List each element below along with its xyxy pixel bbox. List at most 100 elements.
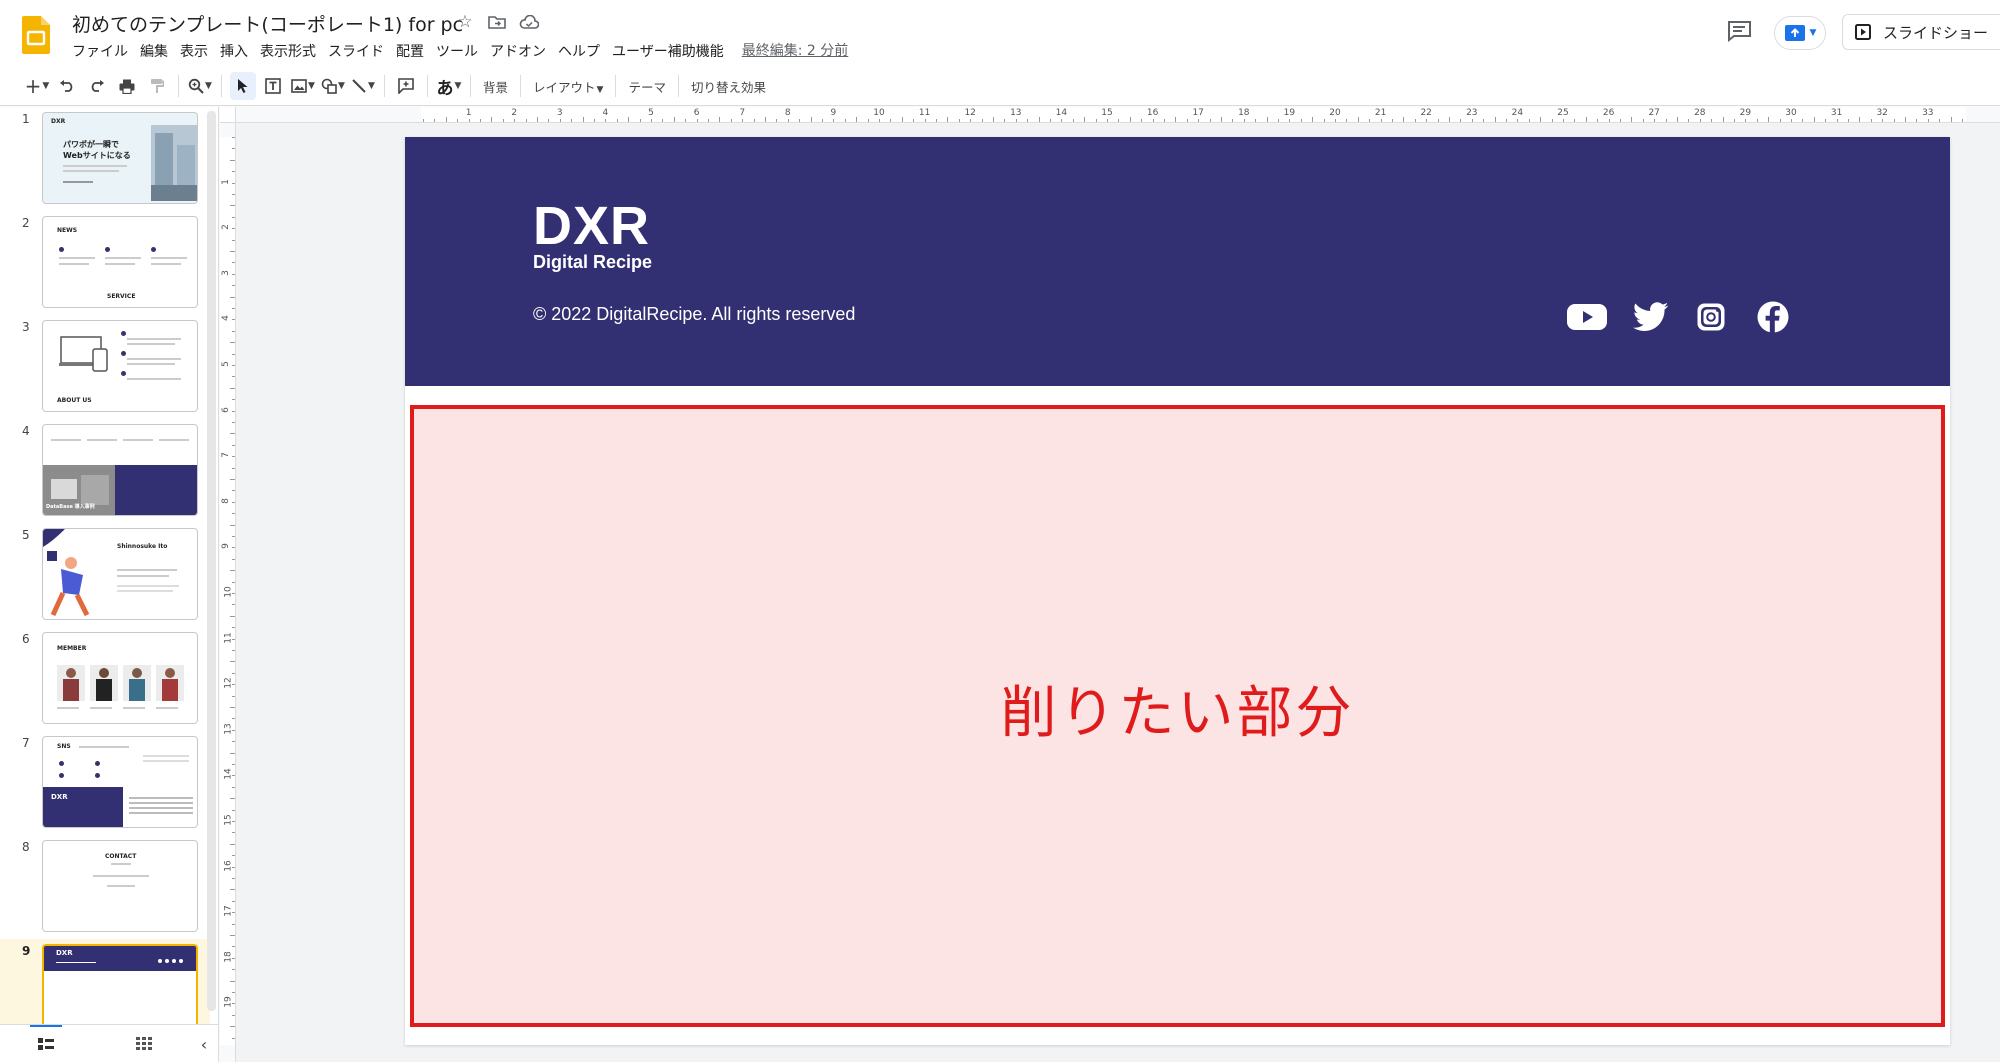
grid-view-button[interactable] <box>132 1034 156 1054</box>
move-to-folder-icon[interactable] <box>487 12 507 32</box>
menu-arrange[interactable]: 配置 <box>390 40 430 62</box>
present-options-button[interactable]: ▼ <box>1774 16 1826 50</box>
ruler-number: 31 <box>1830 108 1843 118</box>
slide-thumbnail[interactable]: Shinnosuke Ito <box>42 528 198 620</box>
filmstrip-slide-3[interactable]: 3 ABOUT US <box>0 315 210 419</box>
star-icon[interactable]: ☆ <box>455 12 475 32</box>
slide-thumbnail[interactable]: SNS DXR <box>42 736 198 828</box>
filmstrip-slide-8[interactable]: 8 CONTACT <box>0 835 210 939</box>
collapse-filmstrip-button[interactable]: ‹ <box>192 1034 216 1054</box>
menu-addons[interactable]: アドオン <box>484 40 552 62</box>
ruler-tick <box>230 570 235 572</box>
ruler-tick <box>1756 119 1758 122</box>
ruler-tick <box>230 843 235 845</box>
menu-slide[interactable]: スライド <box>322 40 390 62</box>
slides-logo-icon[interactable] <box>22 16 50 54</box>
menu-view[interactable]: 表示 <box>174 40 214 62</box>
slide-thumbnail[interactable]: ABOUT US <box>42 320 198 412</box>
menu-help[interactable]: ヘルプ <box>552 40 606 62</box>
line-button[interactable]: ▼ <box>350 72 376 100</box>
cut-area-label[interactable]: 削りたい部分 <box>414 668 1941 749</box>
insert-image-button[interactable]: ▼ <box>290 72 316 100</box>
facebook-icon[interactable] <box>1753 299 1793 335</box>
dxr-logo[interactable]: DXR <box>533 195 650 257</box>
toolbar-divider <box>427 75 428 97</box>
add-comment-button[interactable] <box>393 72 419 100</box>
ruler-tick <box>1015 119 1017 122</box>
ruler-tick <box>1232 119 1234 122</box>
ruler-tick <box>232 912 235 914</box>
filmstrip-slide-4[interactable]: 4 DataBase 導入事例 <box>0 419 210 523</box>
slide-thumbnail[interactable]: DXR パワポが一瞬で Webサイトになる <box>42 112 198 204</box>
filmstrip-slide-7[interactable]: 7 SNS DXR <box>0 731 210 835</box>
document-title[interactable]: 初めてのテンプレート(コーポレート1) for pc <box>72 10 463 37</box>
background-button[interactable]: 背景 <box>477 77 514 96</box>
menu-insert[interactable]: 挿入 <box>214 40 254 62</box>
input-tools-button[interactable]: あ ▼ <box>436 72 462 100</box>
menu-accessibility[interactable]: ユーザー補助機能 <box>606 40 730 62</box>
thumb-dot <box>121 331 126 336</box>
slide-thumbnail[interactable]: MEMBER <box>42 632 198 724</box>
vertical-ruler[interactable]: 1 2 3 4 5 6 7 8 9 10 11 12 13 14 15 16 17 18 19 <box>220 123 236 1062</box>
ruler-number: 6 <box>693 108 700 118</box>
menu-tools[interactable]: ツール <box>430 40 484 62</box>
ruler-tick <box>1950 117 1952 122</box>
filmstrip-scrollbar[interactable] <box>207 111 216 1011</box>
horizontal-ruler[interactable]: 1 2 3 4 5 6 7 8 9 10 11 12 13 14 15 16 17 18 19 20 21 22 23 24 2… <box>236 107 2000 123</box>
ruler-tick <box>810 117 812 122</box>
menu-format[interactable]: 表示形式 <box>254 40 322 62</box>
cloud-saved-icon[interactable] <box>519 12 539 32</box>
filmstrip-slide-1[interactable]: 1 DXR パワポが一瞬で Webサイトになる <box>0 107 210 211</box>
ruler-corner <box>220 107 236 123</box>
cut-area-highlight[interactable]: 削りたい部分 <box>410 405 1945 1027</box>
slide-footer-band[interactable]: DXR Digital Recipe © 2022 DigitalRecipe.… <box>405 137 1950 386</box>
ruler-tick <box>232 741 235 743</box>
ruler-number: 18 <box>1238 108 1250 118</box>
ruler-tick <box>913 119 915 122</box>
ruler-tick <box>230 251 235 252</box>
filmstrip-view-button[interactable] <box>34 1034 58 1054</box>
thumb-illustration-image <box>43 529 90 617</box>
menu-edit[interactable]: 編集 <box>134 40 174 62</box>
transition-button[interactable]: 切り替え効果 <box>685 77 772 96</box>
paint-format-button[interactable] <box>144 72 170 100</box>
twitter-icon[interactable] <box>1631 299 1671 335</box>
slide-number: 9 <box>22 944 31 958</box>
select-tool-button[interactable] <box>230 72 256 100</box>
ruler-tick <box>981 119 983 122</box>
filmstrip-slide-5[interactable]: 5 Shinnosuke Ito <box>0 523 210 627</box>
filmstrip-slide-6[interactable]: 6 MEMBER <box>0 627 210 731</box>
theme-button[interactable]: テーマ <box>622 77 672 96</box>
canvas-scrollbar[interactable] <box>1970 123 1982 1062</box>
ruler-tick <box>1813 117 1815 122</box>
text-box-button[interactable] <box>260 72 286 100</box>
ruler-tick <box>856 117 858 122</box>
thumb-dot <box>59 761 64 766</box>
youtube-icon[interactable] <box>1567 299 1607 335</box>
dxr-logo-subtitle[interactable]: Digital Recipe <box>533 252 652 273</box>
undo-button[interactable] <box>54 72 80 100</box>
instagram-icon[interactable] <box>1691 299 1731 335</box>
slide-thumbnail[interactable]: DXR <box>42 944 198 1036</box>
copyright-text[interactable]: © 2022 DigitalRecipe. All rights reserve… <box>533 304 855 325</box>
ruler-tick <box>1289 119 1291 122</box>
slide-thumbnail[interactable]: NEWS SERVICE <box>42 216 198 308</box>
menu-file[interactable]: ファイル <box>66 40 134 62</box>
slide-thumbnail[interactable]: DataBase 導入事例 <box>42 424 198 516</box>
slide-thumbnail[interactable]: CONTACT <box>42 840 198 932</box>
layout-button[interactable]: レイアウト▼ <box>527 77 609 96</box>
ruler-tick <box>232 1014 235 1016</box>
print-button[interactable] <box>114 72 140 100</box>
new-slide-button[interactable]: + ▼ <box>24 72 50 100</box>
last-edit-link[interactable]: 最終編集: 2 分前 <box>742 40 849 62</box>
slideshow-button[interactable]: スライドショー <box>1842 14 2000 50</box>
filmstrip-slide-2[interactable]: 2 NEWS SERVICE <box>0 211 210 315</box>
ruler-tick <box>232 365 235 366</box>
comment-history-icon[interactable] <box>1726 20 1752 42</box>
zoom-button[interactable]: ▼ <box>187 72 213 100</box>
redo-button[interactable] <box>84 72 110 100</box>
slide-canvas[interactable]: DXR Digital Recipe © 2022 DigitalRecipe.… <box>405 137 1950 1045</box>
ruler-tick <box>730 119 732 122</box>
ruler-tick <box>232 171 235 173</box>
shape-button[interactable]: ▼ <box>320 72 346 100</box>
